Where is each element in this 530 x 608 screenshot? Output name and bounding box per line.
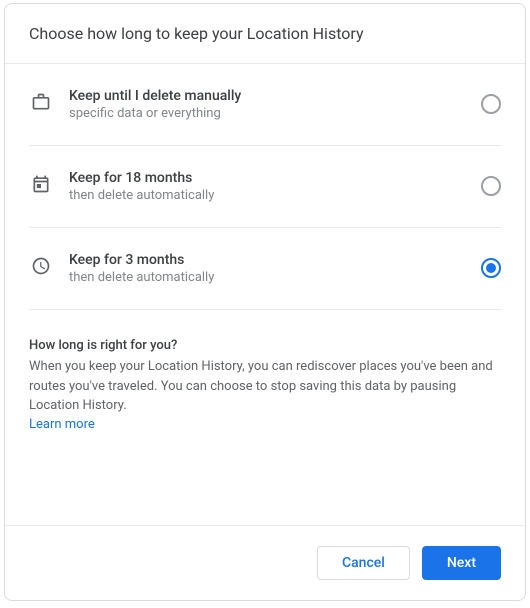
radio-button[interactable] bbox=[481, 94, 501, 114]
option-keep-18-months[interactable]: Keep for 18 months then delete automatic… bbox=[29, 146, 501, 228]
option-subtitle: then delete automatically bbox=[69, 188, 481, 203]
radio-button[interactable] bbox=[481, 176, 501, 196]
option-text: Keep until I delete manually specific da… bbox=[69, 88, 481, 121]
option-subtitle: specific data or everything bbox=[69, 106, 481, 121]
option-keep-manual[interactable]: Keep until I delete manually specific da… bbox=[29, 64, 501, 146]
learn-more-link[interactable]: Learn more bbox=[29, 417, 95, 432]
info-section: How long is right for you? When you keep… bbox=[5, 310, 525, 525]
briefcase-icon bbox=[29, 90, 53, 114]
option-title: Keep until I delete manually bbox=[69, 88, 481, 104]
option-text: Keep for 3 months then delete automatica… bbox=[69, 252, 481, 285]
page-title: Choose how long to keep your Location Hi… bbox=[29, 24, 501, 43]
info-text: When you keep your Location History, you… bbox=[29, 357, 501, 416]
clock-icon bbox=[29, 254, 53, 278]
option-title: Keep for 3 months bbox=[69, 252, 481, 268]
calendar-icon bbox=[29, 172, 53, 196]
cancel-button[interactable]: Cancel bbox=[317, 546, 410, 580]
option-keep-3-months[interactable]: Keep for 3 months then delete automatica… bbox=[29, 228, 501, 310]
info-title: How long is right for you? bbox=[29, 338, 501, 353]
option-subtitle: then delete automatically bbox=[69, 270, 481, 285]
settings-card: Choose how long to keep your Location Hi… bbox=[4, 3, 526, 601]
next-button[interactable]: Next bbox=[422, 546, 501, 580]
option-title: Keep for 18 months bbox=[69, 170, 481, 186]
radio-button[interactable] bbox=[481, 258, 501, 278]
card-header: Choose how long to keep your Location Hi… bbox=[5, 4, 525, 64]
option-text: Keep for 18 months then delete automatic… bbox=[69, 170, 481, 203]
card-footer: Cancel Next bbox=[5, 525, 525, 600]
options-list: Keep until I delete manually specific da… bbox=[5, 64, 525, 310]
